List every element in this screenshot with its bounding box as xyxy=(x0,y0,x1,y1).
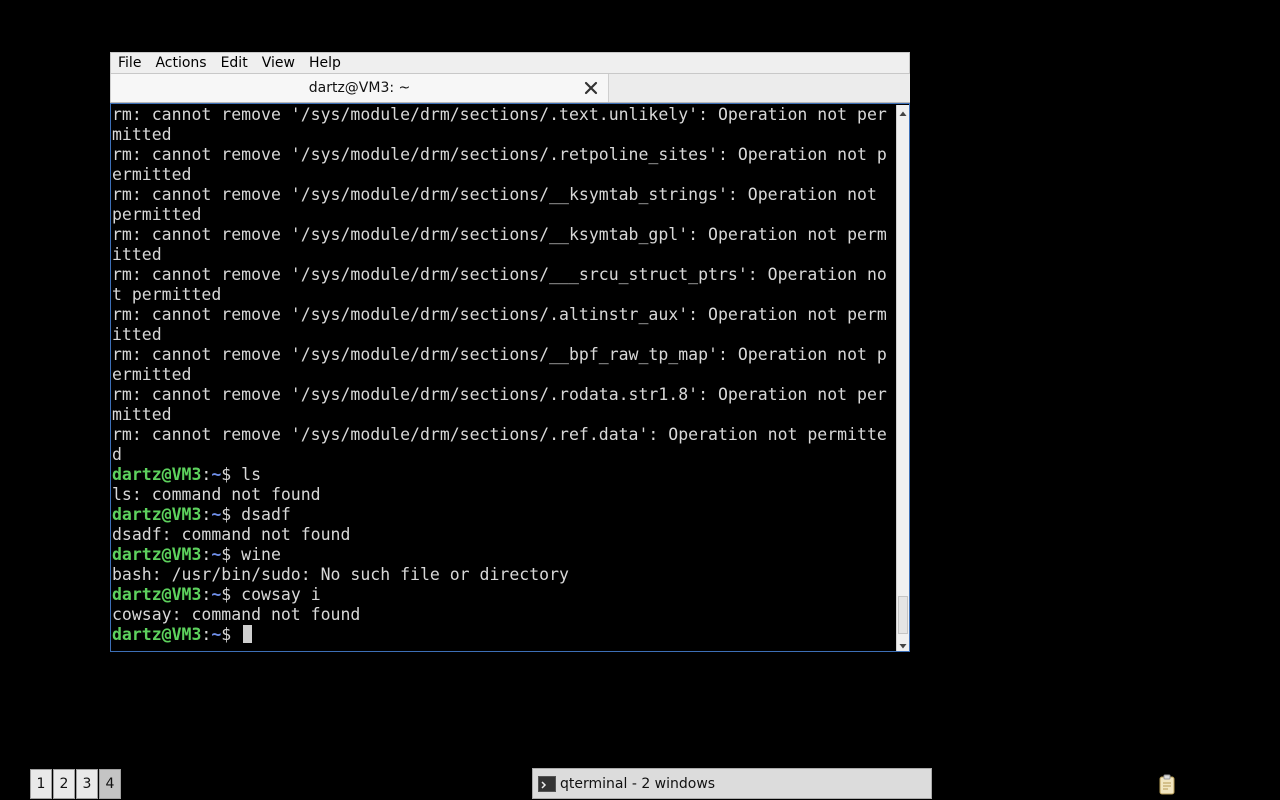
prompt-symbol: $ xyxy=(221,505,232,524)
output-line: rm: cannot remove '/sys/module/drm/secti… xyxy=(112,145,887,164)
tab-title: dartz@VM3: ~ xyxy=(308,80,411,96)
prompt-user-host: dartz@VM3 xyxy=(112,505,202,524)
prompt-separator: : xyxy=(201,545,212,564)
command-text: ls xyxy=(231,465,262,484)
menu-help[interactable]: Help xyxy=(302,52,348,74)
output-line: d xyxy=(112,445,122,464)
command-text xyxy=(231,625,241,644)
output-line: cowsay: command not found xyxy=(112,605,361,624)
qterminal-task-button[interactable]: qterminal - 2 windows xyxy=(532,768,932,799)
prompt-directory: ~ xyxy=(211,585,222,604)
output-line: dsadf: command not found xyxy=(112,525,351,544)
output-line: ermitted xyxy=(112,165,192,184)
workspace-4-button[interactable]: 4 xyxy=(99,769,121,799)
prompt-separator: : xyxy=(201,585,212,604)
output-line: itted xyxy=(112,325,162,344)
workspace-1-button[interactable]: 1 xyxy=(30,769,52,799)
scroll-up-arrow-icon[interactable] xyxy=(897,105,909,118)
prompt-symbol: $ xyxy=(221,625,232,644)
terminal-icon xyxy=(538,776,556,792)
prompt-user-host: dartz@VM3 xyxy=(112,465,202,484)
clipboard-icon[interactable] xyxy=(1157,773,1177,795)
prompt-separator: : xyxy=(201,465,212,484)
output-line: permitted xyxy=(112,205,202,224)
terminal-tab[interactable]: dartz@VM3: ~ xyxy=(110,74,609,102)
output-line: rm: cannot remove '/sys/module/drm/secti… xyxy=(112,265,887,284)
scrollbar-thumb[interactable] xyxy=(898,596,908,634)
workspace-3-button[interactable]: 3 xyxy=(76,769,98,799)
prompt-directory: ~ xyxy=(211,465,222,484)
text-cursor xyxy=(243,625,253,643)
output-line: rm: cannot remove '/sys/module/drm/secti… xyxy=(112,185,877,204)
prompt-user-host: dartz@VM3 xyxy=(112,545,202,564)
terminal-window: File Actions Edit View Help dartz@VM3: ~… xyxy=(110,52,910,652)
output-line: rm: cannot remove '/sys/module/drm/secti… xyxy=(112,225,887,244)
prompt-directory: ~ xyxy=(211,505,222,524)
prompt-symbol: $ xyxy=(221,545,232,564)
command-text: wine xyxy=(231,545,281,564)
prompt-line: dartz@VM3:~$ dsadf xyxy=(112,505,893,525)
prompt-separator: : xyxy=(201,625,212,644)
output-line: mitted xyxy=(112,125,172,144)
menu-actions[interactable]: Actions xyxy=(148,52,213,74)
close-icon[interactable] xyxy=(581,78,601,98)
output-line: rm: cannot remove '/sys/module/drm/secti… xyxy=(112,425,887,444)
scroll-down-arrow-icon[interactable] xyxy=(897,638,909,651)
output-line: itted xyxy=(112,245,162,264)
terminal-output[interactable]: rm: cannot remove '/sys/module/drm/secti… xyxy=(112,105,893,650)
terminal-view[interactable]: rm: cannot remove '/sys/module/drm/secti… xyxy=(110,103,910,652)
output-line: rm: cannot remove '/sys/module/drm/secti… xyxy=(112,385,887,404)
menu-file[interactable]: File xyxy=(111,52,148,74)
prompt-user-host: dartz@VM3 xyxy=(112,585,202,604)
menu-view[interactable]: View xyxy=(255,52,302,74)
menu-edit[interactable]: Edit xyxy=(214,52,255,74)
task-label: qterminal - 2 windows xyxy=(560,776,716,792)
output-line: ls: command not found xyxy=(112,485,321,504)
prompt-line: dartz@VM3:~$ wine xyxy=(112,545,893,565)
prompt-line: dartz@VM3:~$ xyxy=(112,625,893,645)
prompt-symbol: $ xyxy=(221,465,232,484)
prompt-line: dartz@VM3:~$ ls xyxy=(112,465,893,485)
command-text: cowsay i xyxy=(231,585,321,604)
output-line: ermitted xyxy=(112,365,192,384)
output-line: bash: /usr/bin/sudo: No such file or dir… xyxy=(112,565,569,584)
command-text: dsadf xyxy=(231,505,291,524)
prompt-directory: ~ xyxy=(211,625,222,644)
prompt-user-host: dartz@VM3 xyxy=(112,625,202,644)
output-line: rm: cannot remove '/sys/module/drm/secti… xyxy=(112,305,887,324)
menu-bar: File Actions Edit View Help xyxy=(110,52,910,74)
workspace-2-button[interactable]: 2 xyxy=(53,769,75,799)
prompt-symbol: $ xyxy=(221,585,232,604)
output-line: mitted xyxy=(112,405,172,424)
prompt-separator: : xyxy=(201,505,212,524)
prompt-line: dartz@VM3:~$ cowsay i xyxy=(112,585,893,605)
tab-bar: dartz@VM3: ~ xyxy=(110,74,910,103)
output-line: rm: cannot remove '/sys/module/drm/secti… xyxy=(112,105,887,124)
taskbar: 1 2 3 4 qterminal - 2 windows xyxy=(0,766,1280,800)
prompt-directory: ~ xyxy=(211,545,222,564)
output-line: rm: cannot remove '/sys/module/drm/secti… xyxy=(112,345,887,364)
output-line: t permitted xyxy=(112,285,222,304)
scrollbar[interactable] xyxy=(896,105,909,651)
